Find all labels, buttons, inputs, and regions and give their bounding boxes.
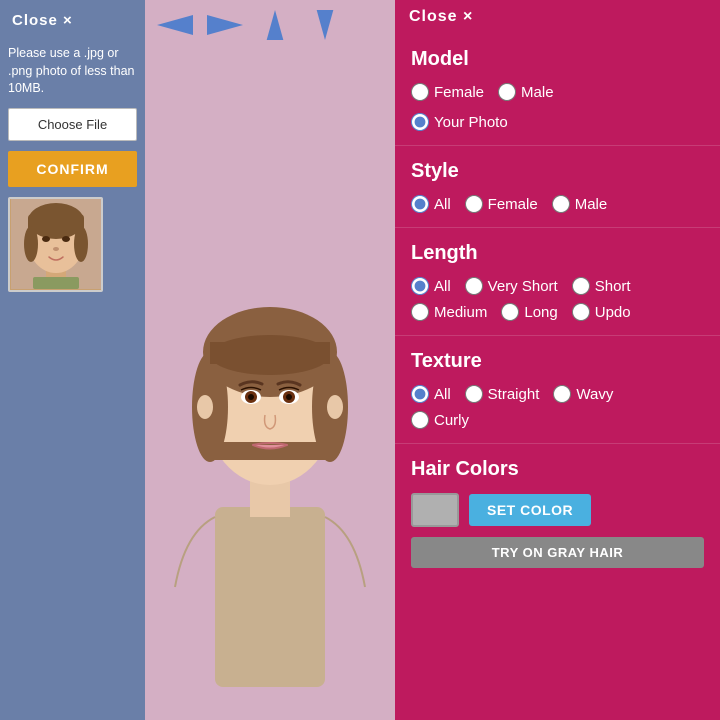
length-short-label[interactable]: Short	[595, 278, 631, 295]
model-svg	[155, 87, 385, 687]
model-female-option: Female	[411, 83, 484, 101]
down-arrow-icon	[307, 10, 343, 40]
arrow-right-button[interactable]	[205, 8, 245, 45]
texture-straight-radio[interactable]	[465, 385, 483, 403]
right-arrow-icon	[207, 10, 243, 40]
model-yourphoto-option: Your Photo	[411, 113, 694, 131]
length-all-radio[interactable]	[411, 277, 429, 295]
texture-all-radio[interactable]	[411, 385, 429, 403]
model-male-label[interactable]: Male	[521, 84, 554, 101]
texture-straight-option: Straight	[465, 385, 540, 403]
length-section: Length All Very Short Short Medium Lo	[395, 228, 720, 336]
length-short-radio[interactable]	[572, 277, 590, 295]
model-male-option: Male	[498, 83, 554, 101]
length-updo-label[interactable]: Updo	[595, 304, 631, 321]
style-section-title: Style	[411, 160, 704, 183]
navigation-arrows	[145, 0, 395, 53]
right-close-bar: Close ×	[395, 0, 720, 34]
hair-color-row: SET COLOR	[411, 493, 704, 527]
length-short-option: Short	[572, 277, 631, 295]
style-radio-group: All Female Male	[411, 195, 704, 213]
model-female-label[interactable]: Female	[434, 84, 484, 101]
hair-colors-section: Hair Colors SET COLOR TRY ON GRAY HAIR	[395, 444, 720, 582]
style-all-radio[interactable]	[411, 195, 429, 213]
hair-color-swatch[interactable]	[411, 493, 459, 527]
style-all-option: All	[411, 195, 451, 213]
texture-all-option: All	[411, 385, 451, 403]
style-female-option: Female	[465, 195, 538, 213]
texture-curly-label[interactable]: Curly	[434, 412, 469, 429]
model-section-title: Model	[411, 48, 704, 71]
length-medium-option: Medium	[411, 303, 487, 321]
close-button-left[interactable]: Close ×	[8, 10, 77, 31]
length-radio-group-row1: All Very Short Short	[411, 277, 704, 295]
length-all-label[interactable]: All	[434, 278, 451, 295]
style-female-radio[interactable]	[465, 195, 483, 213]
texture-wavy-option: Wavy	[553, 385, 613, 403]
texture-curly-option: Curly	[411, 411, 469, 429]
length-medium-radio[interactable]	[411, 303, 429, 321]
texture-section: Texture All Straight Wavy Curly	[395, 336, 720, 444]
texture-wavy-label[interactable]: Wavy	[576, 386, 613, 403]
texture-section-title: Texture	[411, 350, 704, 373]
arrow-left-button[interactable]	[155, 8, 195, 45]
try-gray-hair-button[interactable]: TRY ON GRAY HAIR	[411, 537, 704, 568]
model-yourphoto-label[interactable]: Your Photo	[434, 114, 508, 131]
model-male-radio[interactable]	[498, 83, 516, 101]
texture-radio-group-row2: Curly	[411, 411, 704, 429]
choose-file-button[interactable]: Choose File	[8, 108, 137, 141]
arrow-down-button[interactable]	[305, 8, 345, 45]
style-male-option: Male	[552, 195, 608, 213]
model-radio-group: Female Male Your Photo	[411, 83, 704, 131]
thumbnail-image	[11, 199, 101, 289]
texture-curly-radio[interactable]	[411, 411, 429, 429]
length-updo-option: Updo	[572, 303, 631, 321]
length-medium-label[interactable]: Medium	[434, 304, 487, 321]
texture-radio-group-row1: All Straight Wavy	[411, 385, 704, 403]
length-veryshort-label[interactable]: Very Short	[488, 278, 558, 295]
texture-straight-label[interactable]: Straight	[488, 386, 540, 403]
model-display-area	[145, 53, 395, 720]
left-sidebar: Close × Please use a .jpg or .png photo …	[0, 0, 145, 720]
length-long-option: Long	[501, 303, 557, 321]
length-all-option: All	[411, 277, 451, 295]
left-arrow-icon	[157, 10, 193, 40]
length-veryshort-radio[interactable]	[465, 277, 483, 295]
length-long-radio[interactable]	[501, 303, 519, 321]
set-color-button[interactable]: SET COLOR	[469, 494, 591, 526]
style-section: Style All Female Male	[395, 146, 720, 228]
hair-colors-title: Hair Colors	[411, 458, 704, 481]
style-male-radio[interactable]	[552, 195, 570, 213]
photo-thumbnail	[8, 197, 103, 292]
style-all-label[interactable]: All	[434, 196, 451, 213]
model-female-radio[interactable]	[411, 83, 429, 101]
center-area	[145, 0, 395, 720]
right-panel: Close × Model Female Male Your Photo Sty…	[395, 0, 720, 720]
length-veryshort-option: Very Short	[465, 277, 558, 295]
model-section: Model Female Male Your Photo	[395, 34, 720, 146]
texture-wavy-radio[interactable]	[553, 385, 571, 403]
confirm-button[interactable]: CONFIRM	[8, 151, 137, 187]
length-long-label[interactable]: Long	[524, 304, 557, 321]
up-arrow-icon	[257, 10, 293, 40]
style-female-label[interactable]: Female	[488, 196, 538, 213]
length-section-title: Length	[411, 242, 704, 265]
texture-all-label[interactable]: All	[434, 386, 451, 403]
close-button-right[interactable]: Close ×	[409, 8, 473, 26]
sidebar-info-text: Please use a .jpg or .png photo of less …	[8, 45, 137, 98]
length-radio-group-row2: Medium Long Updo	[411, 303, 704, 321]
model-yourphoto-radio[interactable]	[411, 113, 429, 131]
style-male-label[interactable]: Male	[575, 196, 608, 213]
length-updo-radio[interactable]	[572, 303, 590, 321]
arrow-up-button[interactable]	[255, 8, 295, 45]
